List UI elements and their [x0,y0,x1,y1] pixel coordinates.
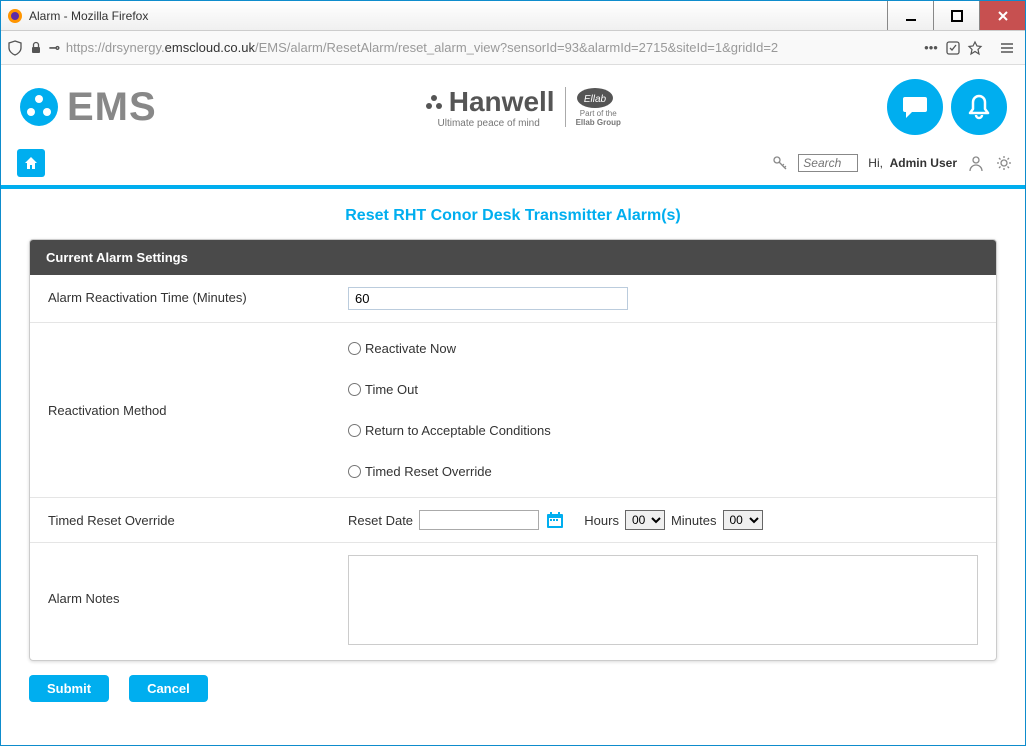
close-button[interactable] [979,1,1025,30]
alarm-notes-label: Alarm Notes [48,555,348,606]
radio-timed-reset[interactable]: Timed Reset Override [348,464,978,479]
permissions-icon[interactable]: ⊸ [49,40,60,56]
form-buttons: Submit Cancel [1,675,1025,722]
window-controls [887,1,1025,30]
reactivation-time-input[interactable] [348,287,628,310]
user-icon[interactable] [967,154,985,172]
bell-icon [964,92,994,122]
bookmark-icon[interactable] [967,40,983,56]
ems-logo-text: EMS [67,85,157,130]
row-reactivation-method: Reactivation Method Reactivate Now Time … [30,323,996,498]
home-button[interactable] [17,149,45,177]
page-content: EMS Hanwell Ultimate peace of mind Ellab… [1,65,1025,745]
browser-window: Alarm - Mozilla Firefox ⊸ https://drsyne… [0,0,1026,746]
submit-button[interactable]: Submit [29,675,109,702]
ems-logo[interactable]: EMS [19,85,157,130]
chat-icon [900,92,930,122]
window-title-bar: Alarm - Mozilla Firefox [1,1,1025,31]
hours-label: Hours [584,513,619,528]
minutes-select[interactable]: 00 [723,510,763,530]
home-icon [23,155,39,171]
window-title: Alarm - Mozilla Firefox [29,9,887,23]
hanwell-icon [423,91,445,113]
ellab-icon: Ellab [576,87,614,109]
reset-date-label: Reset Date [348,513,413,528]
minimize-button[interactable] [887,1,933,30]
reactivation-time-label: Alarm Reactivation Time (Minutes) [48,287,348,305]
shield-icon[interactable] [7,40,23,56]
settings-gear-icon[interactable] [995,154,1013,172]
page-actions-icon[interactable]: ••• [923,40,939,56]
chat-button[interactable] [887,79,943,135]
search-input[interactable] [798,154,858,172]
maximize-button[interactable] [933,1,979,30]
row-timed-reset: Timed Reset Override Reset Date Hours 00… [30,498,996,543]
calendar-icon[interactable] [545,510,565,530]
url-field[interactable]: https://drsynergy.emscloud.co.uk/EMS/ala… [66,40,917,55]
firefox-icon [7,8,23,24]
row-reactivation-time: Alarm Reactivation Time (Minutes) [30,275,996,323]
search-key-icon [772,155,788,171]
lock-icon[interactable] [29,41,43,55]
panel-header: Current Alarm Settings [30,240,996,275]
row-alarm-notes: Alarm Notes [30,543,996,660]
address-bar: ⊸ https://drsynergy.emscloud.co.uk/EMS/a… [1,31,1025,65]
alarm-notes-textarea[interactable] [348,555,978,645]
greeting: Hi, Admin User [868,156,957,170]
minutes-label: Minutes [671,513,717,528]
ems-logo-icon [19,87,59,127]
app-header: EMS Hanwell Ultimate peace of mind Ellab… [1,65,1025,145]
radio-return-conditions[interactable]: Return to Acceptable Conditions [348,423,978,438]
radio-reactivate-now[interactable]: Reactivate Now [348,341,978,356]
alerts-button[interactable] [951,79,1007,135]
reactivation-method-label: Reactivation Method [48,403,348,418]
page-title: Reset RHT Conor Desk Transmitter Alarm(s… [1,189,1025,239]
app-toolbar: Hi, Admin User [1,145,1025,189]
hamburger-menu-icon[interactable] [999,40,1015,56]
reset-date-input[interactable] [419,510,539,530]
cancel-button[interactable]: Cancel [129,675,208,702]
timed-reset-label: Timed Reset Override [48,510,348,528]
svg-text:Ellab: Ellab [583,94,606,105]
alarm-settings-panel: Current Alarm Settings Alarm Reactivatio… [29,239,997,661]
reader-icon[interactable] [945,40,961,56]
radio-time-out[interactable]: Time Out [348,382,978,397]
hanwell-logo: Hanwell Ultimate peace of mind Ellab Par… [157,86,887,129]
hours-select[interactable]: 00 [625,510,665,530]
